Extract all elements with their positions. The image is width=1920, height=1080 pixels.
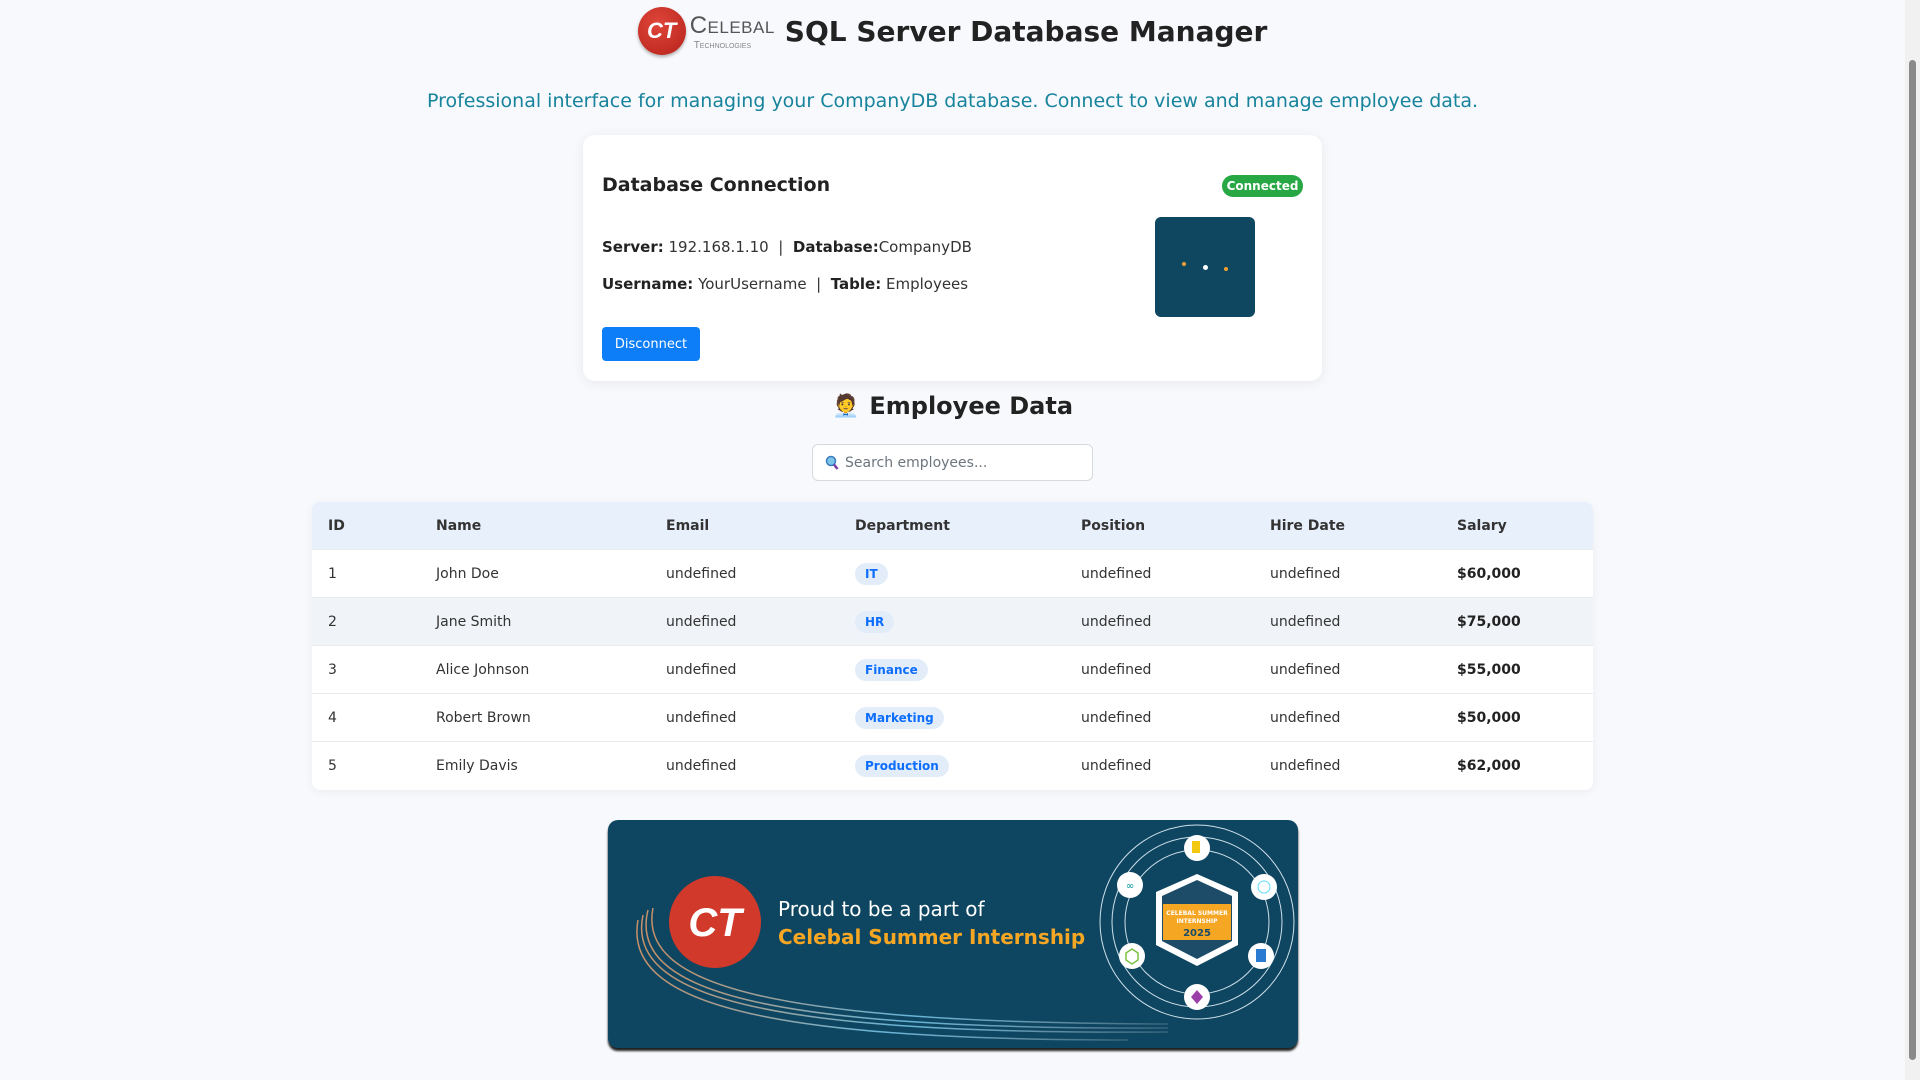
table-header: ID Name Email Department Position Hire D… [312,502,1593,550]
cell-position: undefined [1081,758,1152,774]
banner-line2: Celebal Summer Internship [778,925,1085,949]
search-input[interactable] [845,454,1075,471]
cell-email: undefined [666,758,737,774]
search-icon [825,455,839,470]
status-badge: Connected [1222,175,1303,197]
cell-id: 4 [328,709,337,726]
connection-title: Database Connection [602,174,831,196]
database-connection-card: Database Connection Connected Server: 19… [583,135,1322,381]
cell-position: undefined [1081,565,1152,582]
user-info: Username: YourUsername | Table: Employee… [602,275,968,293]
department-badge: HR [855,610,895,633]
page-header: CT Celebal Technologies SQL Server Datab… [0,6,1905,56]
cell-position: undefined [1081,613,1152,630]
cell-hire-date: undefined [1270,565,1341,582]
cell-name: Robert Brown [436,709,531,726]
username-value: YourUsername [698,275,807,293]
cell-department: IT [839,562,1065,585]
table-label: Table: [830,275,882,293]
cell-salary: $60,000 [1457,565,1521,582]
banner-ct-logo-text: CT [688,901,745,945]
column-header-department[interactable]: Department [839,518,1065,534]
cell-email: undefined [666,565,737,582]
cell-department: Finance [839,658,1065,681]
cell-name: Jane Smith [436,613,512,630]
cell-salary: $62,000 [1457,758,1521,774]
badge-line1: CELEBAL SUMMER [1166,910,1228,917]
column-header-name[interactable]: Name [420,518,650,534]
department-badge: Marketing [855,706,944,729]
department-badge: Finance [855,658,928,681]
banner-line1: Proud to be a part of [778,897,985,921]
column-header-salary[interactable]: Salary [1441,518,1593,534]
logo-text: Celebal [689,11,775,39]
table-row[interactable]: 4 Robert Brown undefined Marketing undef… [312,694,1593,742]
column-header-hire-date[interactable]: Hire Date [1254,518,1441,534]
cell-id: 2 [328,613,337,630]
table-row[interactable]: 5 Emily Davis undefined Production undef… [312,742,1593,790]
cell-salary: $55,000 [1457,661,1521,678]
internship-banner: CT Proud to be a part of Celebal Summer … [608,820,1298,1048]
connection-animation [1155,217,1255,317]
server-value: 192.168.1.10 [668,238,769,256]
cell-name: Alice Johnson [436,661,530,678]
table-value: Employees [886,275,969,293]
cell-email: undefined [666,613,737,630]
disconnect-button[interactable]: Disconnect [602,327,700,361]
logo-subtext: Technologies [693,39,752,51]
table-row[interactable]: 3 Alice Johnson undefined Finance undefi… [312,646,1593,694]
cell-hire-date: undefined [1270,758,1341,774]
table-row[interactable]: 2 Jane Smith undefined HR undefined unde… [312,598,1593,646]
employee-title: Employee Data [869,392,1074,420]
banner-graphic: CT Proud to be a part of Celebal Summer … [636,824,1295,1041]
cell-email: undefined [666,661,737,678]
separator: | [816,275,822,293]
table-row[interactable]: 1 John Doe undefined IT undefined undefi… [312,550,1593,598]
cell-department: Production [839,755,1065,777]
cell-email: undefined [666,709,737,726]
cell-name: Emily Davis [436,758,518,774]
page-scrollbar[interactable] [1905,0,1920,1080]
cell-id: 3 [328,661,337,678]
scrollbar-thumb[interactable] [1909,60,1916,1060]
username-label: Username: [602,275,694,293]
cell-hire-date: undefined [1270,661,1341,678]
server-info: Server: 192.168.1.10 | Database:CompanyD… [602,238,972,256]
department-badge: Production [855,755,949,777]
employee-table: ID Name Email Department Position Hire D… [312,502,1593,790]
page-title: SQL Server Database Manager [784,14,1268,48]
column-header-email[interactable]: Email [650,518,839,534]
search-box[interactable] [812,444,1093,481]
svg-text:∞: ∞ [1126,881,1134,892]
celebal-logo: CT Celebal Technologies [637,7,775,55]
employee-icon: 🧑‍💼 [831,393,860,419]
separator: | [778,238,784,256]
badge-line2: INTERNSHIP [1176,918,1218,925]
cell-name: John Doe [436,565,499,582]
page-subtitle: Professional interface for managing your… [426,90,1479,112]
database-value: CompanyDB [878,238,972,256]
database-label: Database: [792,238,879,256]
internship-badge: CELEBAL SUMMER INTERNSHIP 2025 [1156,874,1238,966]
cell-salary: $75,000 [1457,613,1521,630]
cell-department: Marketing [839,706,1065,729]
server-label: Server: [602,238,664,256]
badge-year: 2025 [1183,928,1211,939]
cell-hire-date: undefined [1270,613,1341,630]
cell-department: HR [839,610,1065,633]
cell-position: undefined [1081,709,1152,726]
ct-logo-mark: CT [637,7,686,55]
cell-hire-date: undefined [1270,709,1341,726]
column-header-position[interactable]: Position [1065,518,1254,534]
cell-id: 1 [328,565,337,582]
department-badge: IT [855,562,888,585]
cell-salary: $50,000 [1457,709,1521,726]
employee-section-heading: 🧑‍💼 Employee Data [0,392,1905,420]
cell-position: undefined [1081,661,1152,678]
cell-id: 5 [328,758,337,774]
column-header-id[interactable]: ID [312,518,420,534]
